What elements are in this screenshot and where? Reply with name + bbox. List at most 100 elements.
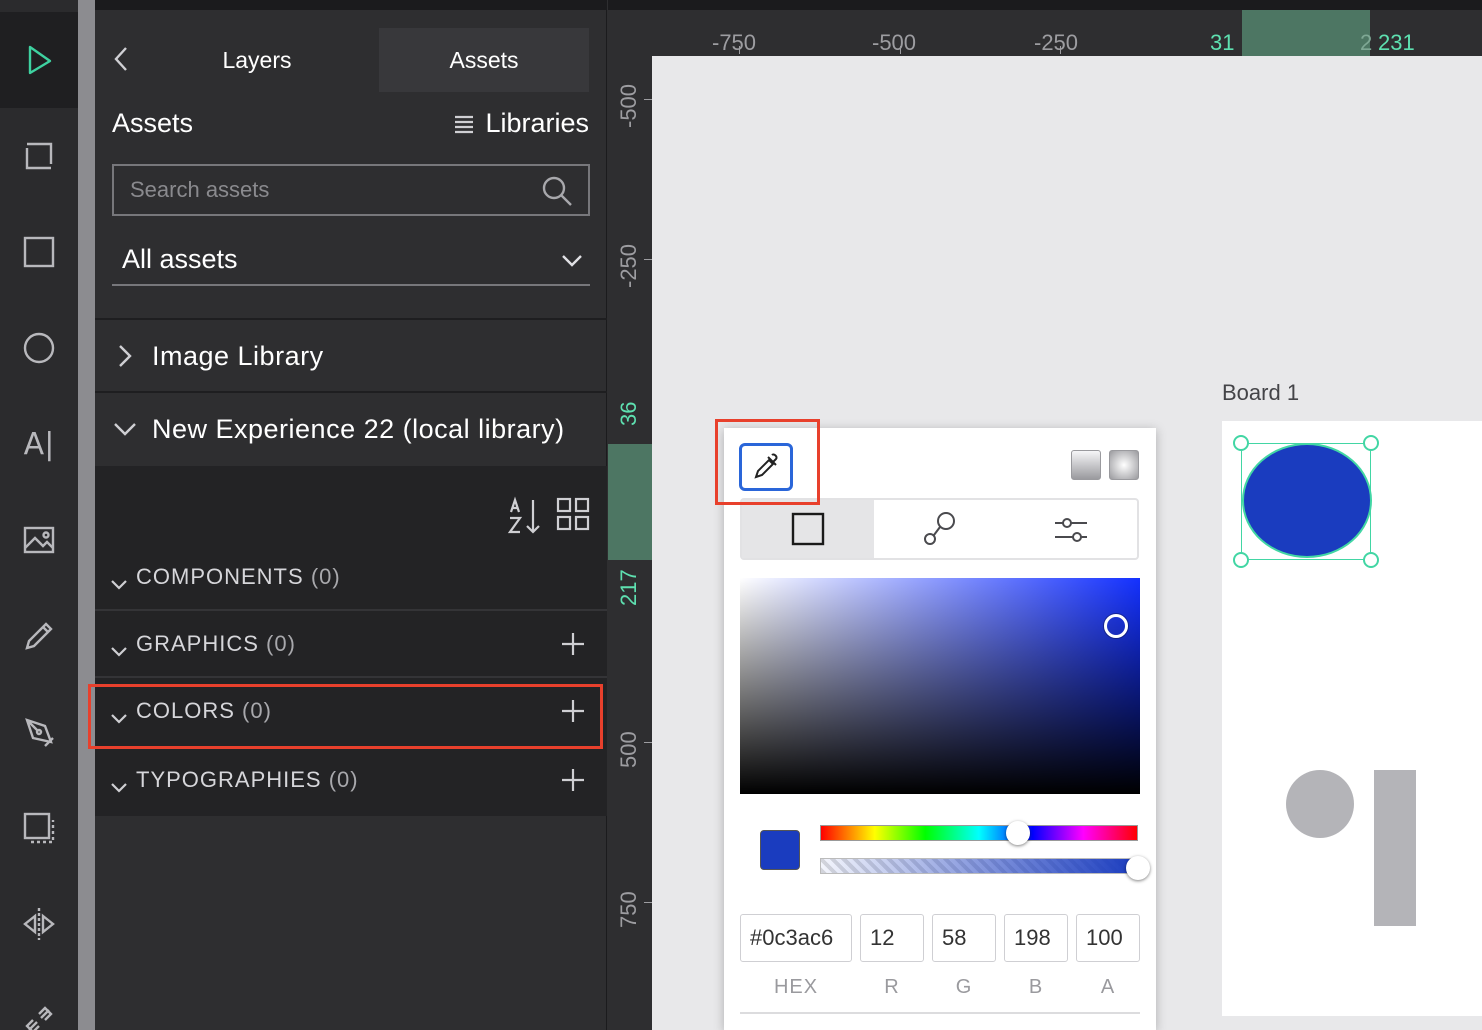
board[interactable]: [1222, 421, 1482, 1016]
library-content: COMPONENTS (0) GRAPHICS (0) COLORS (0) T…: [95, 466, 607, 816]
radial-gradient-button[interactable]: [1109, 450, 1139, 480]
image-tool-button[interactable]: [0, 492, 78, 588]
pencil-icon: [25, 622, 53, 650]
gradient-nodes-icon: [923, 512, 955, 545]
section-name: GRAPHICS: [136, 631, 259, 656]
ruler-selection-end: 217: [616, 569, 641, 606]
red-input[interactable]: 12: [860, 914, 924, 962]
green-label: G: [955, 976, 973, 998]
sort-az-icon[interactable]: [507, 496, 543, 536]
blue-input[interactable]: 198: [1004, 914, 1068, 962]
text-tool-button[interactable]: A|: [0, 396, 78, 492]
ruler-selection-start: 31: [1210, 30, 1235, 55]
ruler-selection-start: 36: [616, 401, 641, 426]
add-graphic-button[interactable]: [559, 630, 587, 658]
section-typographies[interactable]: TYPOGRAPHIES (0): [95, 747, 607, 813]
red-label: R: [884, 976, 900, 998]
alpha-slider-knob[interactable]: [1126, 856, 1150, 880]
pencil-tool-button[interactable]: [0, 588, 78, 684]
ruler-tick: [739, 46, 740, 54]
section-label: TYPOGRAPHIES (0): [136, 767, 359, 793]
tab-assets[interactable]: Assets: [379, 28, 589, 92]
section-components[interactable]: COMPONENTS (0): [95, 544, 607, 610]
grid-view-icon[interactable]: [555, 496, 591, 532]
hue-slider-knob[interactable]: [1006, 821, 1030, 845]
tab-solid-color[interactable]: [742, 500, 874, 558]
resize-handle-bottom-left[interactable]: [1233, 552, 1249, 568]
plus-icon: [562, 633, 584, 655]
component-tool-button[interactable]: [0, 780, 78, 876]
section-name: COMPONENTS: [136, 564, 304, 589]
tool-bar: A|: [0, 0, 78, 1030]
ruler-label: -250: [616, 243, 641, 288]
board-tool-button[interactable]: [0, 108, 78, 204]
resize-handle-top-left[interactable]: [1233, 435, 1249, 451]
alpha-slider[interactable]: [820, 858, 1138, 874]
libraries-label: Libraries: [485, 108, 589, 138]
section-name: TYPOGRAPHIES: [136, 767, 322, 792]
section-count: (0): [328, 767, 359, 792]
rectangle-tool-button[interactable]: [0, 204, 78, 300]
saturation-value-knob[interactable]: [1104, 614, 1128, 638]
ruler-selection-end: 231: [1378, 30, 1415, 55]
ruler-tick: [900, 46, 901, 54]
section-label: COMPONENTS (0): [136, 564, 341, 590]
ruler-label: 750: [616, 891, 641, 928]
linear-gradient-button[interactable]: [1071, 450, 1101, 480]
tab-color-settings[interactable]: [1005, 500, 1137, 558]
alpha-input[interactable]: 100: [1076, 914, 1140, 962]
square-icon: [791, 512, 825, 546]
green-input[interactable]: 58: [932, 914, 996, 962]
mirror-icon: [23, 908, 55, 940]
hue-slider[interactable]: [820, 825, 1138, 841]
ellipse-tool-button[interactable]: [0, 300, 78, 396]
link-icon: [25, 1006, 53, 1030]
board-label[interactable]: Board 1: [1222, 380, 1299, 406]
ruler-horizontal: -750 -500 -250 31 2 231: [608, 0, 1482, 56]
tab-gradient[interactable]: [874, 500, 1006, 558]
resize-handle-bottom-right[interactable]: [1363, 552, 1379, 568]
select-tool-button[interactable]: [0, 12, 78, 108]
mirror-tool-button[interactable]: [0, 876, 78, 972]
chevron-down-icon: [111, 637, 127, 657]
sliders-icon: [1055, 518, 1088, 542]
search-input[interactable]: [130, 177, 530, 203]
chevron-down-icon: [560, 248, 584, 272]
library-image-library[interactable]: Image Library: [95, 320, 607, 392]
section-graphics[interactable]: GRAPHICS (0): [95, 611, 607, 677]
colors-section-highlight: [88, 684, 603, 749]
search-icon[interactable]: [540, 174, 574, 208]
image-icon: [23, 526, 55, 554]
back-button[interactable]: [109, 44, 133, 74]
board-icon: [25, 142, 53, 170]
pen-tool-button[interactable]: [0, 684, 78, 780]
library-local[interactable]: New Experience 22 (local library): [95, 393, 607, 465]
pointer-icon: [28, 45, 52, 75]
panel-top-border: [95, 0, 607, 10]
tab-layers[interactable]: Layers: [150, 28, 364, 92]
resize-handle-top-right[interactable]: [1363, 435, 1379, 451]
saturation-value-area[interactable]: [740, 578, 1140, 794]
current-color-swatch: [760, 830, 800, 870]
chevron-down-icon: [111, 570, 127, 590]
ruler-tick: [1060, 46, 1061, 54]
link-tool-button[interactable]: [0, 972, 78, 1030]
ruler-label: -500: [872, 30, 917, 55]
section-count: (0): [310, 564, 341, 589]
libraries-button[interactable]: Libraries: [453, 108, 589, 139]
chevron-left-icon: [114, 47, 127, 71]
alpha-label: A: [1100, 976, 1116, 998]
asset-filter-dropdown[interactable]: All assets: [112, 234, 590, 286]
color-picker: #0c3ac6 12 58 198 100 HEX R G B A: [724, 428, 1156, 1030]
ruler-label: -750: [712, 30, 757, 55]
rectangle-shape[interactable]: [1374, 770, 1416, 926]
color-mode-tabs: [740, 498, 1139, 560]
selection-box: [1241, 443, 1371, 560]
add-typography-button[interactable]: [559, 766, 587, 794]
ruler-tick: [644, 259, 652, 260]
hex-input[interactable]: #0c3ac6: [740, 914, 852, 962]
ruler-selection-range: [1242, 10, 1370, 56]
circle-shape[interactable]: [1286, 770, 1354, 838]
search-box: [112, 164, 590, 216]
list-icon: [455, 115, 474, 133]
